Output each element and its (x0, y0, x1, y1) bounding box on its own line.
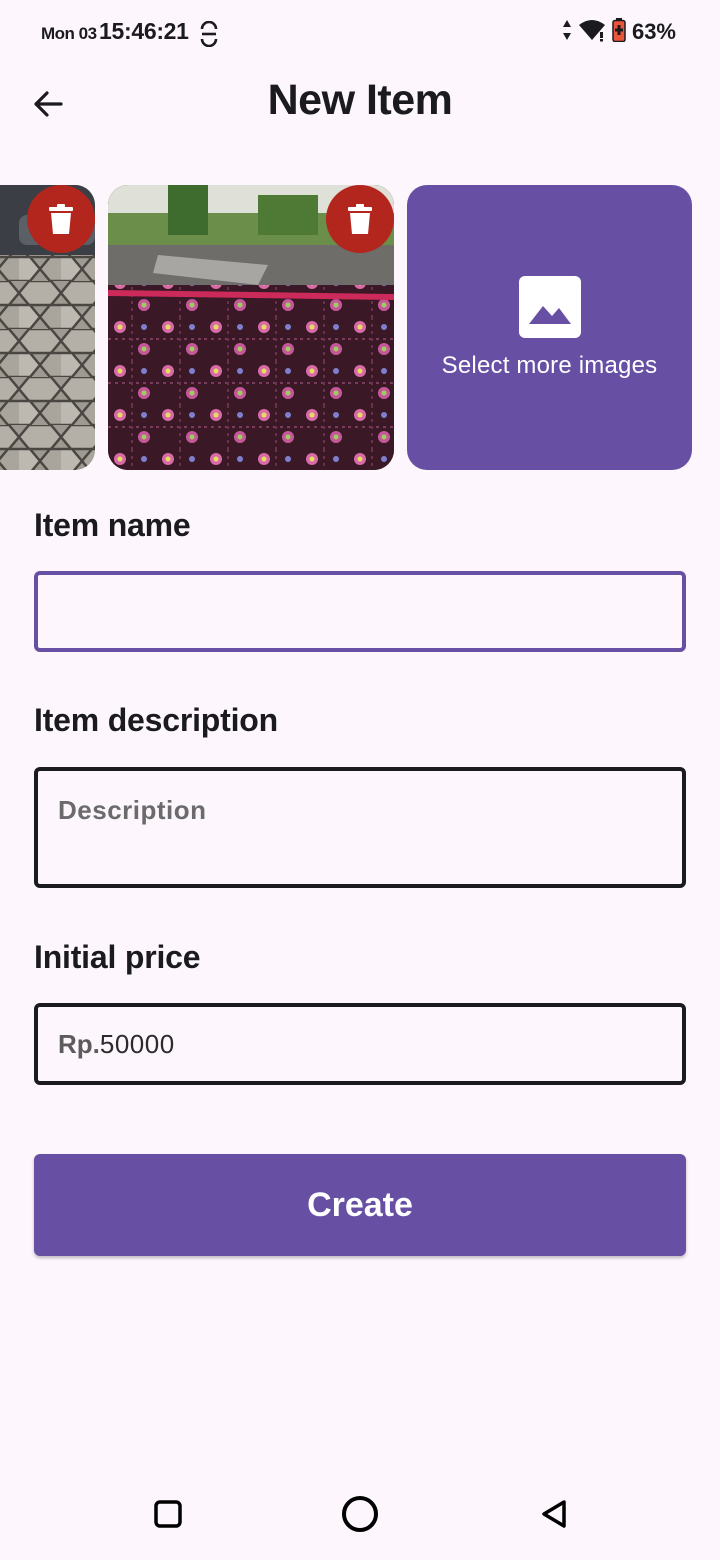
item-name-label: Item name (34, 507, 191, 543)
image-thumbnail-1[interactable] (0, 185, 95, 470)
battery-icon (612, 17, 626, 47)
system-nav-bar (0, 1470, 720, 1560)
sync-icon (198, 20, 220, 48)
wifi-icon (578, 18, 606, 47)
back-triangle-icon (542, 1500, 566, 1528)
delete-image-button-2[interactable] (326, 185, 394, 253)
trash-icon (49, 204, 73, 234)
system-back-button[interactable] (524, 1490, 584, 1538)
description-placeholder: Description (58, 795, 207, 825)
status-time: 15:46:21 (99, 18, 189, 44)
initial-price-label: Initial price (34, 939, 201, 975)
select-more-images-label: Select more images (441, 351, 658, 379)
recents-square-icon (154, 1500, 182, 1528)
create-button[interactable]: Create (34, 1154, 686, 1256)
price-prefix: Rp. (58, 1028, 100, 1059)
item-description-field[interactable]: Description (34, 767, 686, 888)
select-more-images-button[interactable]: Select more images (407, 185, 692, 470)
battery-percent: 63% (631, 19, 676, 44)
image-icon (518, 275, 581, 338)
status-date: Mon 03 (41, 24, 97, 43)
initial-price-field[interactable]: Rp. 50000 (34, 1003, 686, 1085)
home-button[interactable] (330, 1490, 390, 1538)
item-name-field[interactable] (34, 571, 686, 652)
data-arrows-icon (562, 19, 572, 46)
delete-image-button-1[interactable] (27, 185, 95, 253)
status-bar: Mon 03 15:46:21 63% (0, 0, 720, 66)
page-title: New Item (267, 76, 453, 124)
recents-button[interactable] (138, 1490, 198, 1538)
home-circle-icon (342, 1496, 378, 1532)
trash-icon (348, 204, 372, 234)
image-carousel[interactable]: Select more images (0, 185, 720, 470)
price-value: 50000 (99, 1028, 175, 1059)
item-description-label: Item description (34, 702, 278, 738)
image-thumbnail-2[interactable] (108, 185, 394, 470)
